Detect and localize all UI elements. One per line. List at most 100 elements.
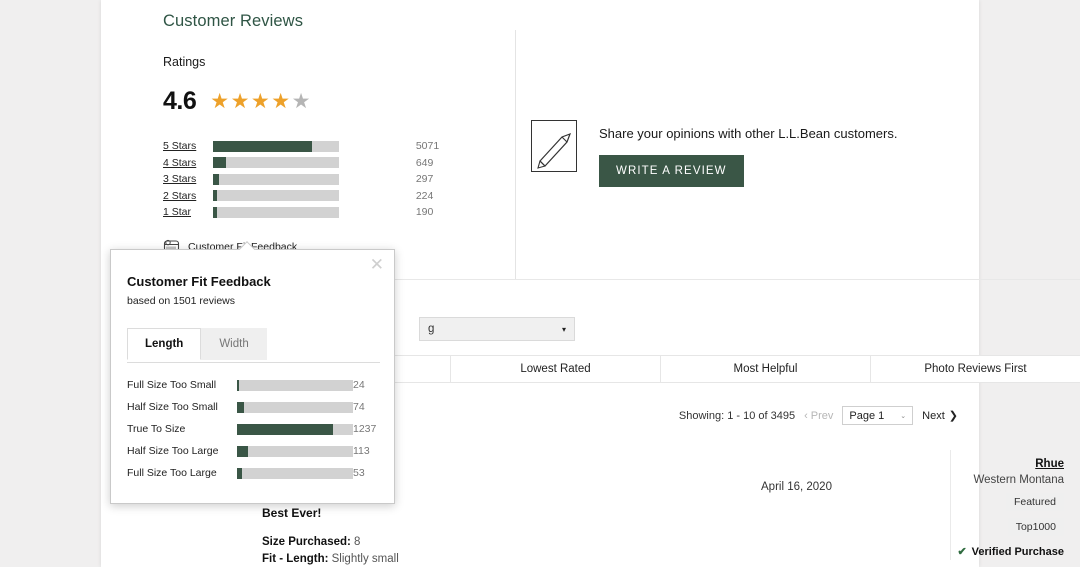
sort-dropdown-value: g xyxy=(428,323,434,335)
review-date: April 16, 2020 xyxy=(761,481,832,493)
fit-count-true-to-size: 1237 xyxy=(353,418,376,440)
fit-fill xyxy=(237,468,242,479)
fit-count-full-too-large: 53 xyxy=(353,462,376,484)
rating-bar-row[interactable]: 4 Stars 649 xyxy=(163,155,453,172)
fit-length-value: Slightly small xyxy=(332,553,399,565)
tab-width[interactable]: Width xyxy=(201,328,266,360)
verified-purchase-label: Verified Purchase xyxy=(972,546,1064,558)
chevron-down-icon: ⌄ xyxy=(900,412,906,420)
rating-bar-row[interactable]: 5 Stars 5071 xyxy=(163,138,453,155)
fit-distribution-table: Full Size Too Small 24 Half Size Too Sma… xyxy=(127,374,376,484)
tab-length[interactable]: Length xyxy=(127,328,201,360)
reviewer-name[interactable]: Rhue xyxy=(824,458,1064,470)
star-filled-icon: ★ xyxy=(231,90,251,113)
ratings-summary-panel: Customer Reviews Ratings 4.6 ★★★★★ 5 Sta… xyxy=(163,12,453,258)
rating-bar-track xyxy=(213,207,339,218)
fit-row: Full Size Too Small 24 xyxy=(127,374,376,396)
write-a-review-button[interactable]: WRITE A REVIEW xyxy=(599,155,744,187)
pencil-on-paper-icon xyxy=(531,120,577,172)
page-title: Customer Reviews xyxy=(163,12,453,31)
rating-bar-fill xyxy=(213,157,226,168)
rating-distribution-table: 5 Stars 5071 4 Stars xyxy=(163,138,453,221)
rating-bar-fill xyxy=(213,174,219,185)
average-score-row: 4.6 ★★★★★ xyxy=(163,87,453,116)
star-filled-icon: ★ xyxy=(251,90,271,113)
fit-label-true-to-size: True To Size xyxy=(127,418,237,440)
fit-fill xyxy=(237,402,244,413)
next-page-label: Next xyxy=(922,410,945,422)
fit-track-cell xyxy=(237,418,353,440)
rating-bar-label-4[interactable]: 4 Stars xyxy=(163,155,209,172)
rating-bar-count-5: 5071 xyxy=(416,138,453,155)
size-purchased-row: Size Purchased: 8 xyxy=(262,534,399,551)
check-icon: ✔ xyxy=(957,545,966,558)
star-rating: ★★★★★ xyxy=(210,91,312,112)
review-title: Best Ever! xyxy=(262,506,399,520)
fit-length-row: Fit - Length: Slightly small xyxy=(262,551,399,567)
fit-fill xyxy=(237,380,239,391)
rating-bar-row[interactable]: 2 Stars 224 xyxy=(163,188,453,205)
fit-tabs: Length Width xyxy=(127,328,267,360)
rating-bar-count-4: 649 xyxy=(416,155,453,172)
review-attributes: Size Purchased: 8 Fit - Length: Slightly… xyxy=(262,534,399,567)
status-badge-top1000: Top1000 xyxy=(1008,518,1064,536)
close-icon[interactable]: ✕ xyxy=(370,256,384,273)
fit-label-half-too-large: Half Size Too Large xyxy=(127,440,237,462)
rating-bar-fill xyxy=(213,207,217,218)
prev-page-label: Prev xyxy=(811,410,834,422)
sort-dropdown[interactable]: g ▾ xyxy=(419,317,575,341)
fit-count-half-too-large: 113 xyxy=(353,440,376,462)
rating-bar-label-3[interactable]: 3 Stars xyxy=(163,171,209,188)
fit-label-full-too-small: Full Size Too Small xyxy=(127,374,237,396)
rating-bar-fill xyxy=(213,141,312,152)
rating-bar-track-cell xyxy=(209,138,416,155)
star-empty-icon: ★ xyxy=(292,90,312,113)
reviewer-badges: Featured Top1000 xyxy=(824,486,1064,536)
chevron-down-icon: ▾ xyxy=(562,325,566,334)
rating-bar-label-2[interactable]: 2 Stars xyxy=(163,188,209,205)
prev-page-button[interactable]: ‹ Prev xyxy=(804,410,833,422)
tab-photo-reviews-first[interactable]: Photo Reviews First xyxy=(871,356,1080,382)
size-purchased-value: 8 xyxy=(354,536,360,548)
fit-track-cell xyxy=(237,440,353,462)
fit-track xyxy=(237,446,353,457)
rating-bar-track xyxy=(213,157,339,168)
fit-count-half-too-small: 74 xyxy=(353,396,376,418)
screenshot-root: Customer Reviews Ratings 4.6 ★★★★★ 5 Sta… xyxy=(0,0,1080,567)
status-badge-featured: Featured xyxy=(1006,493,1064,511)
rating-bar-fill xyxy=(213,190,217,201)
write-review-block: Share your opinions with other L.L.Bean … xyxy=(531,120,897,187)
rating-bar-count-3: 297 xyxy=(416,171,453,188)
average-score: 4.6 xyxy=(163,87,196,116)
fit-label-half-too-small: Half Size Too Small xyxy=(127,396,237,418)
next-page-button[interactable]: Next ❯ xyxy=(922,409,958,422)
rating-bar-count-2: 224 xyxy=(416,188,453,205)
fit-track xyxy=(237,468,353,479)
rating-bar-track xyxy=(213,190,339,201)
page-select[interactable]: Page 1 ⌄ xyxy=(842,406,913,425)
verified-purchase: ✔ Verified Purchase xyxy=(824,545,1064,558)
fit-row: True To Size 1237 xyxy=(127,418,376,440)
pagination: Showing: 1 - 10 of 3495 ‹ Prev Page 1 ⌄ … xyxy=(679,406,958,425)
fit-track-cell xyxy=(237,396,353,418)
rating-bar-label-5[interactable]: 5 Stars xyxy=(163,138,209,155)
tab-lowest-rated[interactable]: Lowest Rated xyxy=(451,356,661,382)
tab-most-helpful[interactable]: Most Helpful xyxy=(661,356,871,382)
rating-bar-row[interactable]: 1 Star 190 xyxy=(163,204,453,221)
chevron-right-icon: ❯ xyxy=(949,409,958,422)
fit-track xyxy=(237,424,353,435)
fit-track xyxy=(237,402,353,413)
page-select-value: Page 1 xyxy=(849,410,884,422)
fit-row: Half Size Too Large 113 xyxy=(127,440,376,462)
fit-track-cell xyxy=(237,462,353,484)
fit-row: Full Size Too Large 53 xyxy=(127,462,376,484)
popup-title: Customer Fit Feedback xyxy=(127,274,271,289)
customer-fit-feedback-popup: ✕ Customer Fit Feedback based on 1501 re… xyxy=(110,249,395,504)
rating-bar-label-1[interactable]: 1 Star xyxy=(163,204,209,221)
rating-bar-track xyxy=(213,141,339,152)
rating-bar-row[interactable]: 3 Stars 297 xyxy=(163,171,453,188)
reviewer-location: Western Montana xyxy=(824,474,1064,486)
section-divider xyxy=(515,279,1080,280)
rating-bar-track-cell xyxy=(209,155,416,172)
fit-fill xyxy=(237,446,248,457)
